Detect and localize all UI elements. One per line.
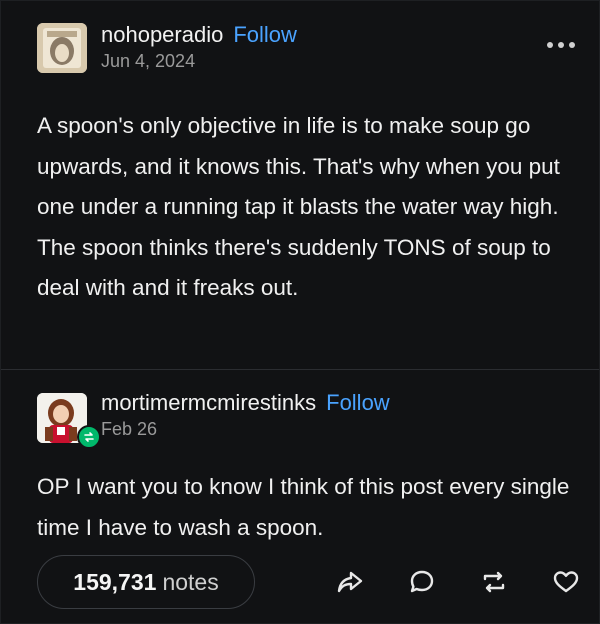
author-avatar[interactable]	[37, 23, 87, 73]
reblog-body: OP I want you to know I think of this po…	[37, 474, 570, 540]
share-icon[interactable]	[333, 565, 367, 599]
reblog-date[interactable]: Feb 26	[101, 419, 390, 440]
reply-icon[interactable]	[405, 565, 439, 599]
post-header: nohoperadio Follow Jun 4, 2024	[37, 21, 579, 77]
post-body: A spoon's only objective in life is to m…	[37, 113, 560, 301]
more-dot	[569, 42, 575, 48]
reblog-header: mortimermcmirestinks Follow Feb 26	[37, 389, 579, 449]
notes-button[interactable]: 159,731 notes	[37, 555, 255, 609]
divider	[1, 369, 599, 370]
post-card: nohoperadio Follow Jun 4, 2024 A spoon's …	[0, 0, 600, 624]
notes-label: notes	[162, 568, 219, 595]
author-block: nohoperadio Follow Jun 4, 2024	[101, 21, 297, 72]
reblogger-line: mortimermcmirestinks Follow	[101, 389, 390, 417]
follow-button[interactable]: Follow	[233, 22, 297, 47]
post-footer: 159,731 notes	[37, 555, 583, 611]
reblog-icon[interactable]	[477, 565, 511, 599]
notes-count: 159,731	[73, 568, 157, 595]
post-date[interactable]: Jun 4, 2024	[101, 51, 297, 72]
reblogger-block: mortimermcmirestinks Follow Feb 26	[101, 389, 390, 440]
reblog-badge-icon	[77, 425, 101, 449]
like-icon[interactable]	[549, 565, 583, 599]
more-dot	[547, 42, 553, 48]
reblogger-follow-button[interactable]: Follow	[326, 390, 390, 415]
author-line: nohoperadio Follow	[101, 21, 297, 49]
author-username[interactable]: nohoperadio	[101, 22, 223, 47]
author-avatar-image	[37, 23, 87, 73]
more-dot	[558, 42, 564, 48]
reblogger-username[interactable]: mortimermcmirestinks	[101, 390, 316, 415]
more-options-icon[interactable]	[547, 39, 575, 51]
post-actions	[295, 565, 583, 599]
